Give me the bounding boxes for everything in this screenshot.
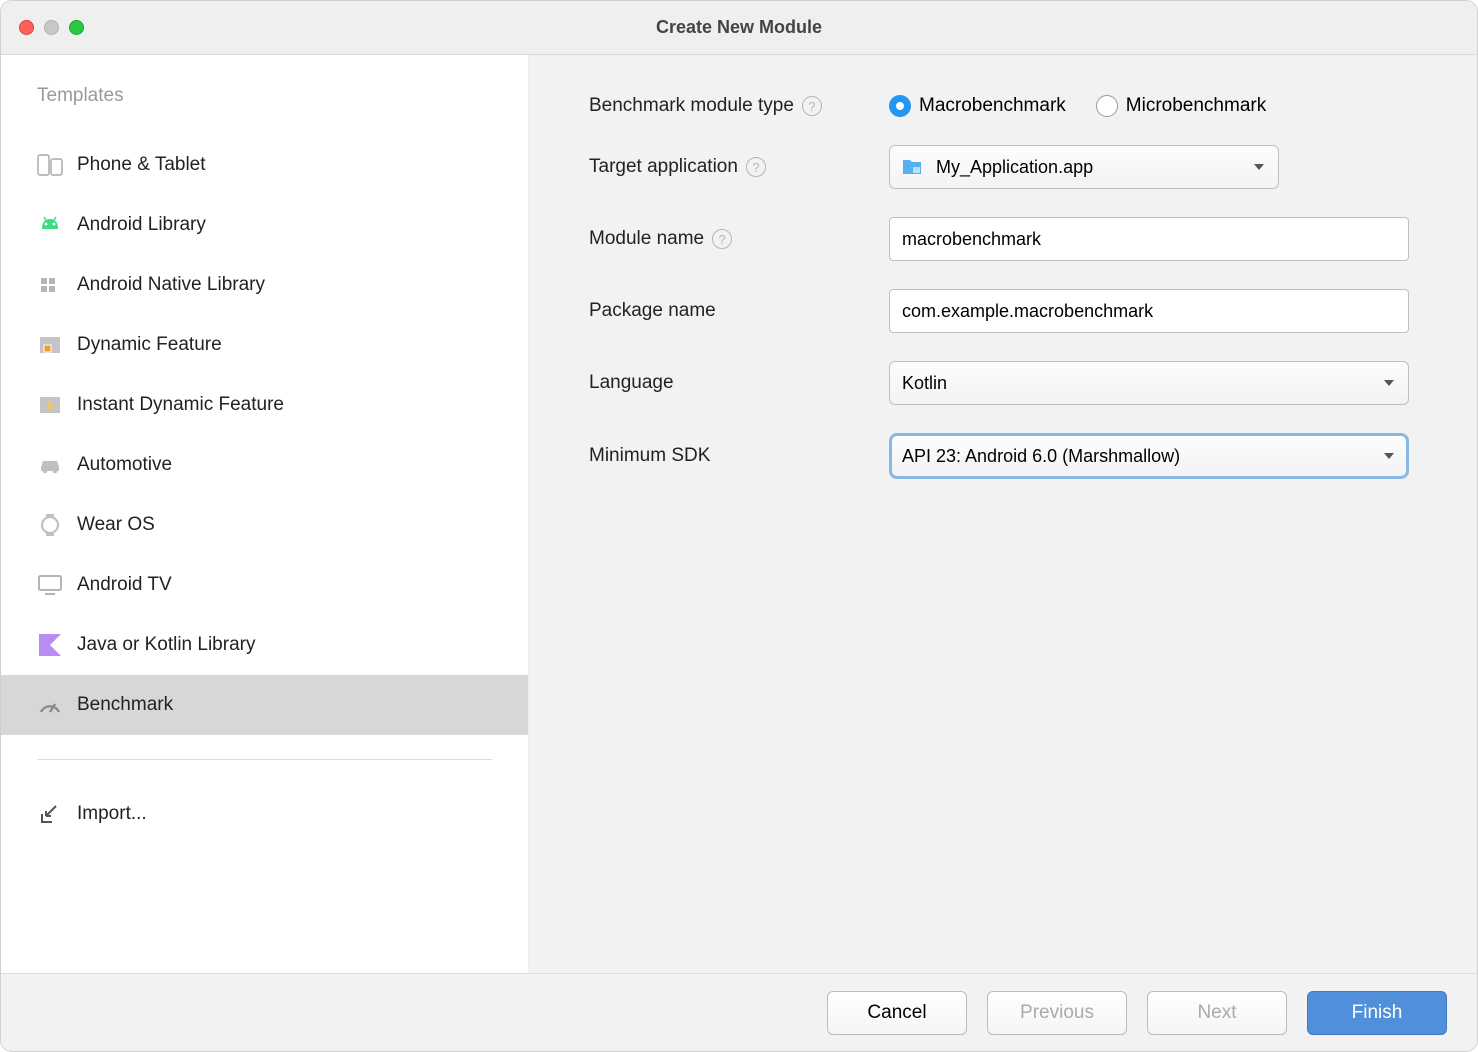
chevron-down-icon — [1382, 449, 1396, 463]
dialog-footer: Cancel Previous Next Finish — [1, 973, 1477, 1051]
sidebar-item-import[interactable]: Import... — [1, 784, 528, 844]
sidebar-item-label: Java or Kotlin Library — [77, 634, 255, 656]
sidebar-item-label: Import... — [77, 803, 147, 825]
templates-list: Phone & Tablet Android Library Android N… — [1, 135, 528, 735]
sidebar-item-label: Android TV — [77, 574, 172, 596]
sidebar-item-label: Automotive — [77, 454, 172, 476]
window-title: Create New Module — [1, 17, 1477, 38]
chevron-down-icon — [1252, 160, 1266, 174]
radio-microbenchmark[interactable]: Microbenchmark — [1096, 95, 1266, 117]
chevron-down-icon — [1382, 376, 1396, 390]
sidebar-divider — [37, 759, 492, 760]
car-icon — [37, 453, 63, 477]
label-module-name: Module name ? — [589, 228, 889, 250]
next-button[interactable]: Next — [1147, 991, 1287, 1035]
label-benchmark-module-type: Benchmark module type ? — [589, 95, 889, 117]
import-icon — [37, 802, 63, 826]
form-panel: Benchmark module type ? Macrobenchmark M… — [529, 55, 1477, 973]
row-language: Language Kotlin — [589, 361, 1437, 405]
sidebar-item-android-native-library[interactable]: Android Native Library — [1, 255, 528, 315]
sidebar-item-wear-os[interactable]: Wear OS — [1, 495, 528, 555]
sidebar-item-instant-dynamic-feature[interactable]: Instant Dynamic Feature — [1, 375, 528, 435]
sidebar-item-label: Phone & Tablet — [77, 154, 206, 176]
help-icon[interactable]: ? — [802, 96, 822, 116]
sidebar-item-label: Android Library — [77, 214, 206, 236]
sidebar-item-label: Benchmark — [77, 694, 173, 716]
benchmark-type-radio-group: Macrobenchmark Microbenchmark — [889, 95, 1437, 117]
phone-tablet-icon — [37, 153, 63, 177]
watch-icon — [37, 513, 63, 537]
label-minimum-sdk: Minimum SDK — [589, 445, 889, 467]
dialog-body: Templates Phone & Tablet Android Library — [1, 55, 1477, 973]
language-select[interactable]: Kotlin — [889, 361, 1409, 405]
dynamic-feature-icon — [37, 333, 63, 357]
close-window-button[interactable] — [19, 20, 34, 35]
radio-macrobenchmark[interactable]: Macrobenchmark — [889, 95, 1066, 117]
package-name-input[interactable] — [889, 289, 1409, 333]
native-library-icon — [37, 273, 63, 297]
sidebar-heading: Templates — [1, 85, 528, 135]
sidebar-item-label: Dynamic Feature — [77, 334, 222, 356]
row-module-name: Module name ? — [589, 217, 1437, 261]
radio-circle-icon — [1096, 95, 1118, 117]
help-icon[interactable]: ? — [746, 157, 766, 177]
label-target-application: Target application ? — [589, 156, 889, 178]
row-package-name: Package name — [589, 289, 1437, 333]
dialog-window: Create New Module Templates Phone & Tabl… — [0, 0, 1478, 1052]
help-icon[interactable]: ? — [712, 229, 732, 249]
kotlin-icon — [37, 633, 63, 657]
folder-icon — [902, 159, 922, 175]
row-benchmark-module-type: Benchmark module type ? Macrobenchmark M… — [589, 95, 1437, 117]
row-minimum-sdk: Minimum SDK API 23: Android 6.0 (Marshma… — [589, 433, 1437, 479]
row-target-application: Target application ? My_Application.app — [589, 145, 1437, 189]
target-application-select[interactable]: My_Application.app — [889, 145, 1279, 189]
minimize-window-button[interactable] — [44, 20, 59, 35]
tv-icon — [37, 573, 63, 597]
module-name-input[interactable] — [889, 217, 1409, 261]
label-language: Language — [589, 372, 889, 394]
gauge-icon — [37, 693, 63, 717]
sidebar-item-label: Android Native Library — [77, 274, 265, 296]
maximize-window-button[interactable] — [69, 20, 84, 35]
cancel-button[interactable]: Cancel — [827, 991, 967, 1035]
sidebar-item-java-kotlin-library[interactable]: Java or Kotlin Library — [1, 615, 528, 675]
templates-sidebar: Templates Phone & Tablet Android Library — [1, 55, 529, 973]
sidebar-item-phone-tablet[interactable]: Phone & Tablet — [1, 135, 528, 195]
previous-button[interactable]: Previous — [987, 991, 1127, 1035]
titlebar: Create New Module — [1, 1, 1477, 55]
sidebar-item-benchmark[interactable]: Benchmark — [1, 675, 528, 735]
label-package-name: Package name — [589, 300, 889, 322]
instant-dynamic-feature-icon — [37, 393, 63, 417]
sidebar-item-automotive[interactable]: Automotive — [1, 435, 528, 495]
sidebar-item-label: Wear OS — [77, 514, 155, 536]
sidebar-item-android-tv[interactable]: Android TV — [1, 555, 528, 615]
sidebar-item-dynamic-feature[interactable]: Dynamic Feature — [1, 315, 528, 375]
window-controls — [19, 20, 84, 35]
sidebar-item-android-library[interactable]: Android Library — [1, 195, 528, 255]
finish-button[interactable]: Finish — [1307, 991, 1447, 1035]
sidebar-item-label: Instant Dynamic Feature — [77, 394, 284, 416]
radio-circle-icon — [889, 95, 911, 117]
minimum-sdk-select[interactable]: API 23: Android 6.0 (Marshmallow) — [889, 433, 1409, 479]
android-icon — [37, 213, 63, 237]
